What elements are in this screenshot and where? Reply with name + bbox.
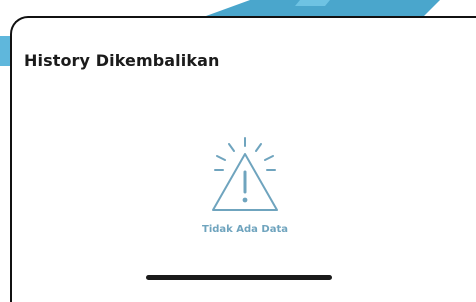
screen: History Dikembalikan Tidak Ada Data bbox=[0, 0, 476, 302]
side-decoration bbox=[0, 36, 10, 66]
empty-state-message: Tidak Ada Data bbox=[202, 224, 288, 235]
empty-state: Tidak Ada Data bbox=[12, 136, 476, 235]
home-indicator-bar[interactable] bbox=[146, 275, 332, 280]
history-card: History Dikembalikan Tidak Ada Data bbox=[10, 16, 476, 302]
page-title: History Dikembalikan bbox=[24, 51, 220, 70]
warning-triangle-icon bbox=[212, 137, 278, 211]
